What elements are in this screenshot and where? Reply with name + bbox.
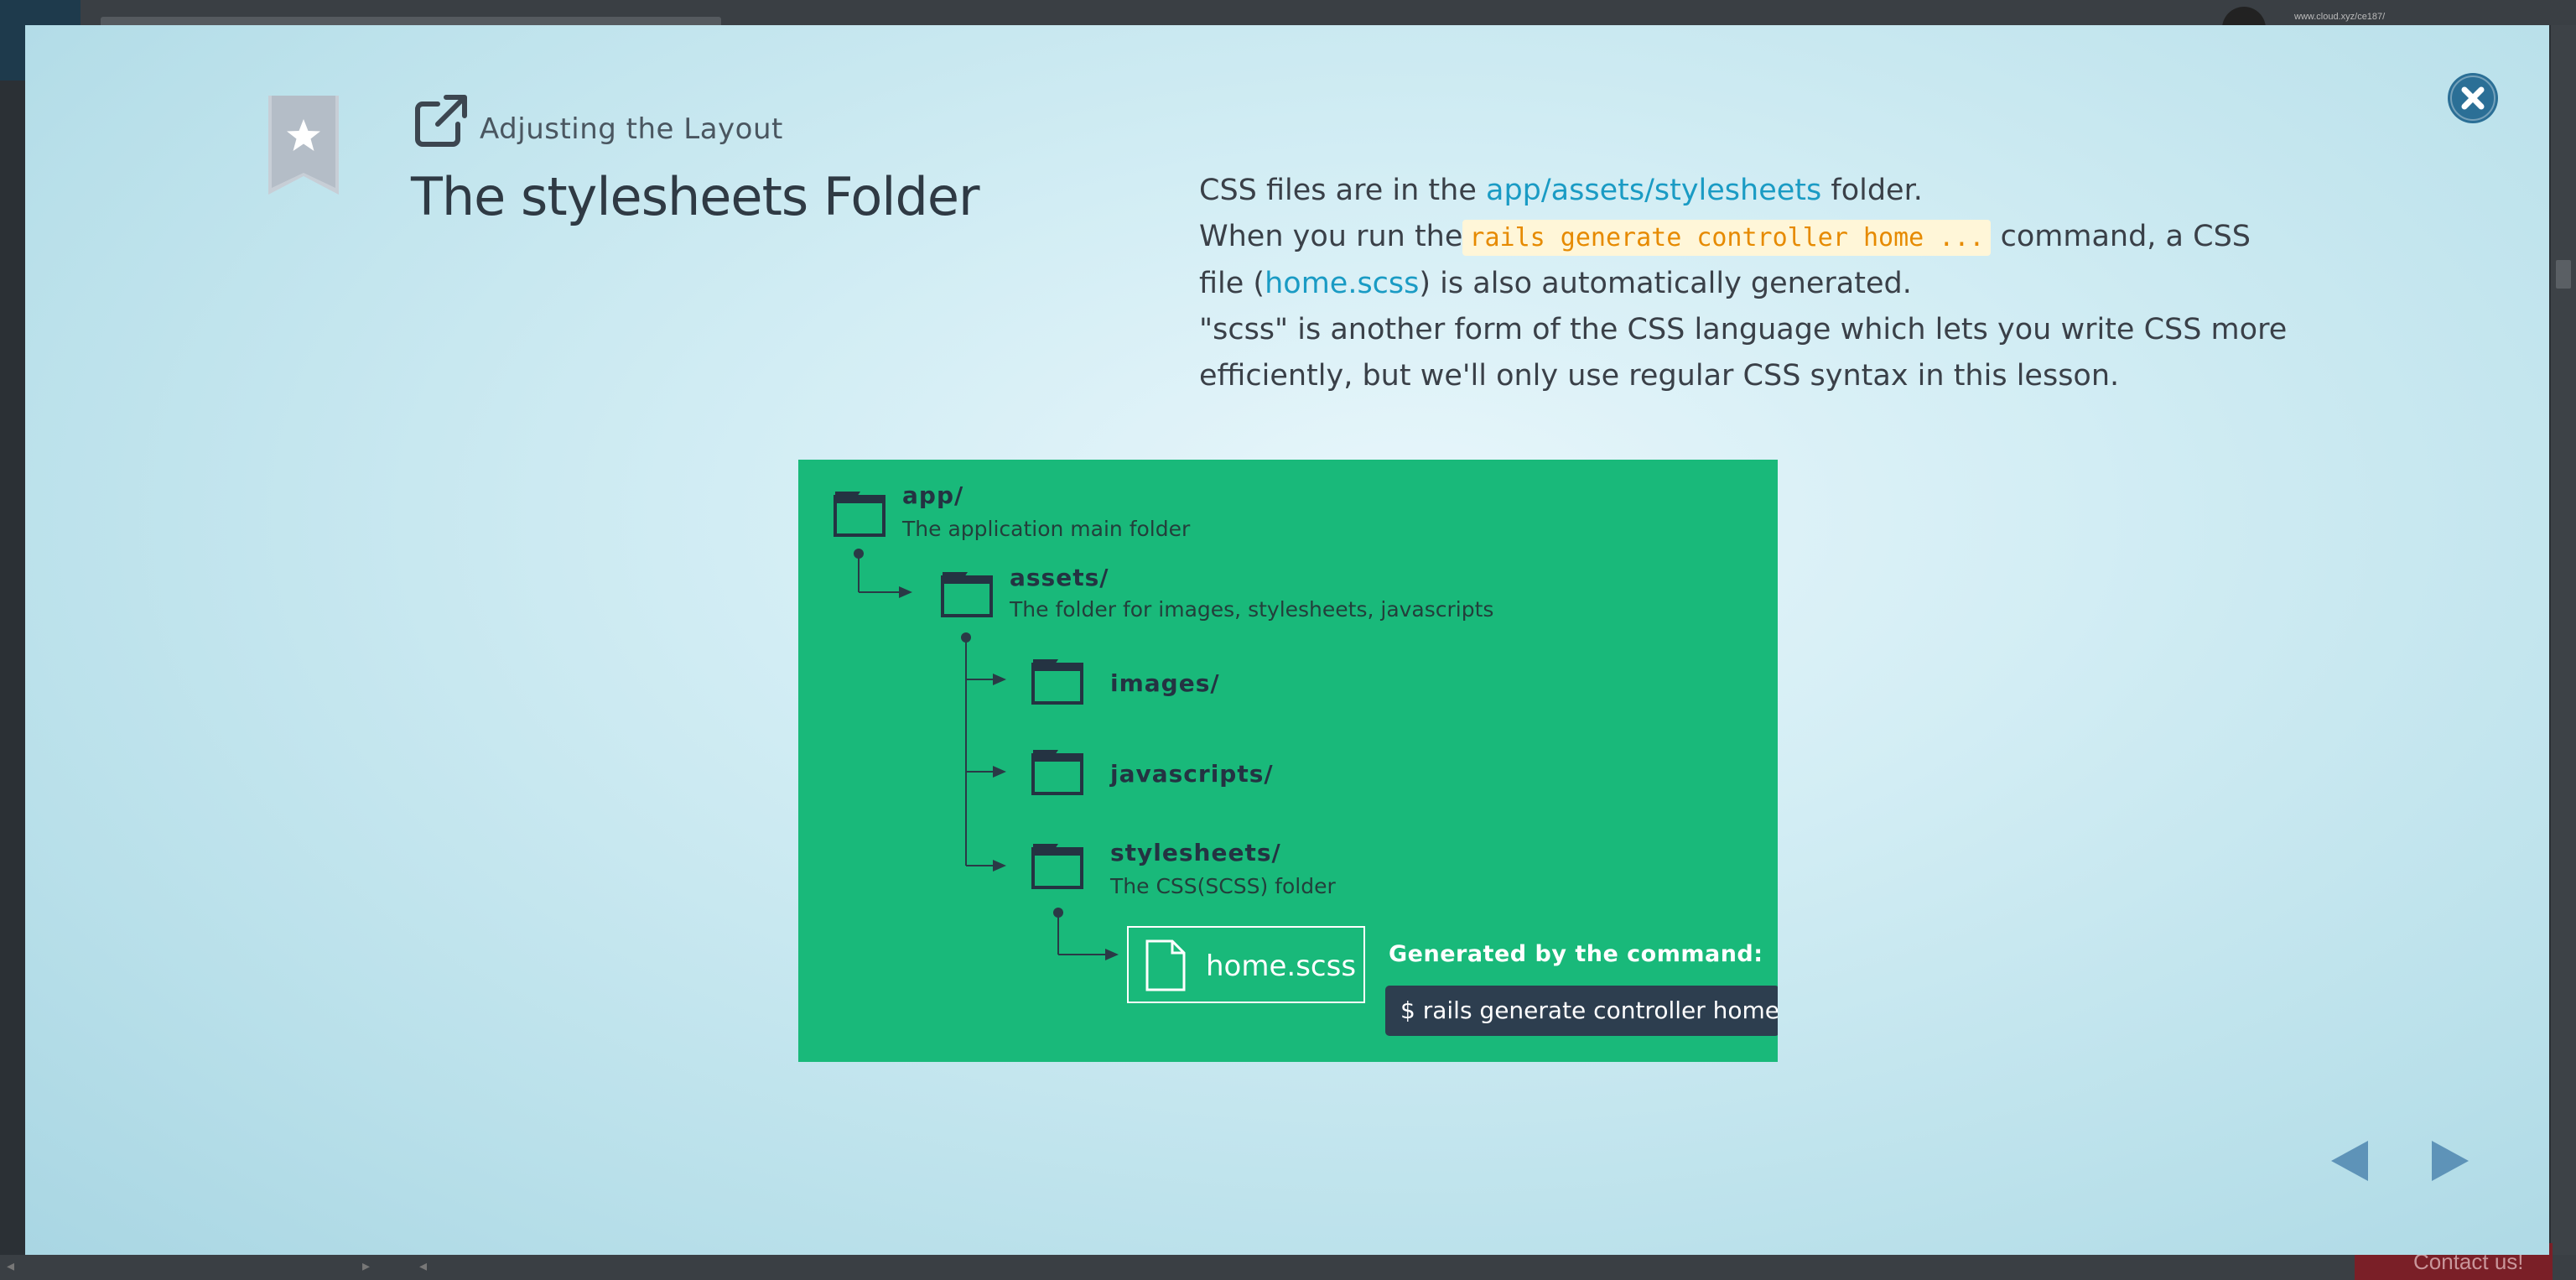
folder-label-app: app/ bbox=[902, 481, 964, 509]
folder-icon-app bbox=[834, 492, 886, 537]
inline-code-command: rails generate controller home ... bbox=[1462, 220, 1992, 256]
file-label-home-scss: home.scss bbox=[1206, 950, 1357, 983]
background-scroll-left-icon[interactable]: ◂ bbox=[7, 1257, 14, 1275]
background-scroll-left-icon-2[interactable]: ◂ bbox=[419, 1257, 427, 1275]
folder-label-javascripts: javascripts/ bbox=[1110, 760, 1274, 788]
folder-desc-assets: The folder for images, stylesheets, java… bbox=[1010, 597, 1494, 622]
desc-text: When you run the bbox=[1199, 220, 1463, 253]
desc-text: CSS files are in the bbox=[1199, 174, 1486, 207]
lesson-description: CSS files are in the app/assets/styleshe… bbox=[1199, 168, 2289, 399]
page-title: The stylesheets Folder bbox=[411, 166, 979, 227]
folder-label-images: images/ bbox=[1110, 669, 1220, 697]
background-url: www.cloud.xyz/ce187/ bbox=[2294, 12, 2386, 22]
folder-label-stylesheets: stylesheets/ bbox=[1110, 839, 1281, 866]
external-link-icon[interactable] bbox=[413, 92, 470, 149]
desc-text: ) is also automatically generated. bbox=[1419, 267, 1912, 300]
folder-icon-assets bbox=[941, 572, 993, 617]
folder-desc-app: The application main folder bbox=[902, 517, 1191, 541]
folder-label-assets: assets/ bbox=[1010, 564, 1109, 591]
close-icon[interactable] bbox=[2447, 72, 2499, 124]
background-bottombar bbox=[0, 1255, 2576, 1280]
lesson-modal: Adjusting the Layout The stylesheets Fol… bbox=[25, 25, 2549, 1255]
folder-icon-images bbox=[1031, 659, 1083, 705]
folder-icon-stylesheets bbox=[1031, 844, 1083, 889]
desc-text: folder. bbox=[1821, 174, 1923, 207]
background-scrollbar[interactable] bbox=[2551, 25, 2576, 1255]
background-scroll-right-icon[interactable]: ▸ bbox=[362, 1257, 370, 1275]
scrollbar-thumb[interactable] bbox=[2556, 260, 2571, 289]
desc-text: "scss" is another form of the CSS langua… bbox=[1199, 313, 2288, 393]
generated-by-title: Generated by the command: bbox=[1389, 941, 1763, 967]
folder-structure-diagram: app/ The application main folder assets/… bbox=[798, 460, 1778, 1062]
desc-link-stylesheets: app/assets/stylesheets bbox=[1486, 174, 1822, 207]
command-text: $ rails generate controller home ... bbox=[1400, 996, 1778, 1024]
triangle-right-icon[interactable] bbox=[2428, 1137, 2472, 1184]
folder-desc-stylesheets: The CSS(SCSS) folder bbox=[1110, 874, 1336, 898]
lesson-subtitle: Adjusting the Layout bbox=[480, 112, 783, 146]
desc-link-home-scss: home.scss bbox=[1265, 267, 1420, 300]
triangle-left-icon[interactable] bbox=[2328, 1137, 2371, 1184]
folder-icon-javascripts bbox=[1031, 750, 1083, 795]
bookmark-star-icon[interactable] bbox=[268, 96, 339, 195]
